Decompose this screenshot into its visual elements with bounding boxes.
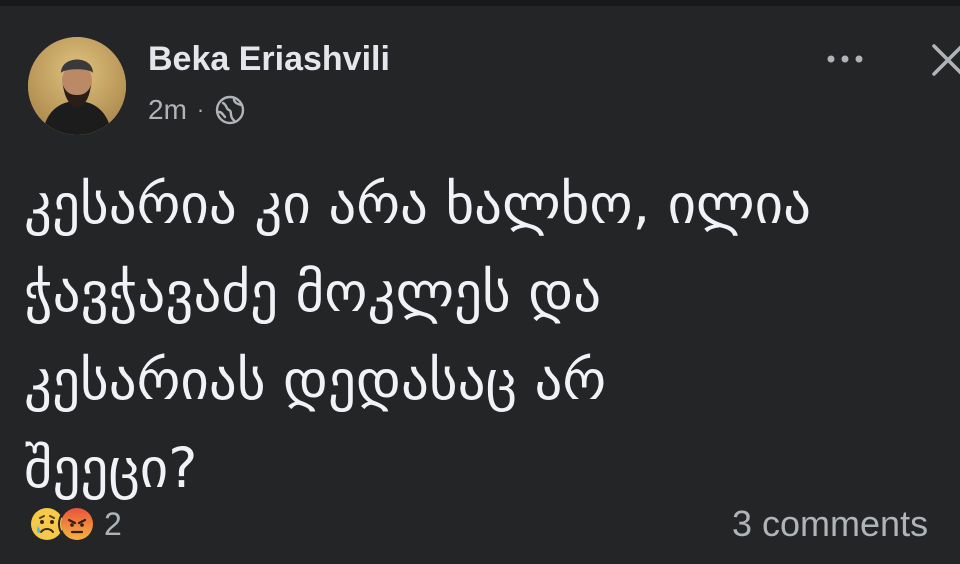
post-meta: 2m · [148,90,246,130]
reaction-count: 2 [104,505,122,542]
globe-icon[interactable] [214,94,246,126]
close-icon[interactable] [928,40,960,80]
post-timestamp[interactable]: 2m [148,94,187,126]
meta-separator: · [196,97,205,122]
author-name[interactable]: Beka Eriashvili [148,40,390,79]
avatar-photo [28,37,126,135]
comments-count-link[interactable]: 3 comments [732,504,928,544]
post-text: კესარია კი არა ხალხო, ილია ჭავჭავაძე მოკ… [24,160,960,512]
post-text-line: შეეცი? [24,436,198,500]
more-options-icon[interactable] [820,44,870,74]
post-text-line: კესარია კი არა ხალხო, ილია [24,172,811,236]
post-text-line: ჭავჭავაძე მოკლეს და [24,260,602,324]
angry-reaction-icon [58,505,96,543]
reactions-summary[interactable]: 2 [28,504,122,544]
post-text-line: კესარიას დედასაც არ [24,348,607,412]
author-avatar[interactable] [28,37,126,135]
top-divider [0,0,960,6]
